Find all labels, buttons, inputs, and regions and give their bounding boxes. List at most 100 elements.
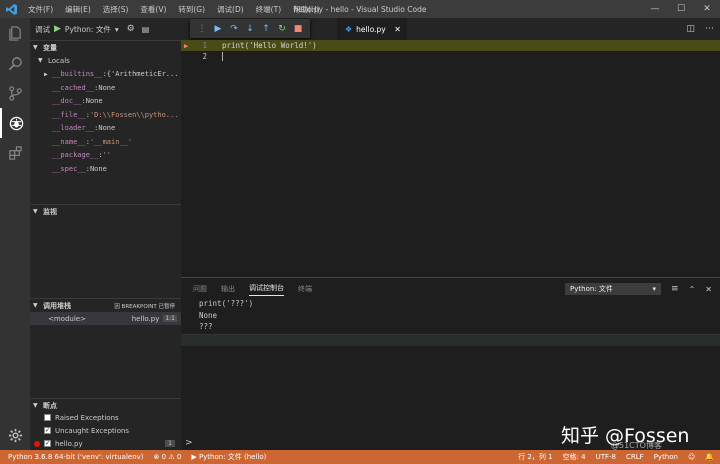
title-bar: 文件(F) 编辑(E) 选择(S) 查看(V) 转到(G) 调试(D) 终端(T… — [0, 0, 720, 18]
debug-config-select[interactable]: Python: 文件 — [65, 24, 111, 35]
code-line-2[interactable]: 2 — [181, 51, 720, 62]
menu-help[interactable]: 帮助(H) — [287, 4, 326, 15]
clear-console-icon[interactable]: ≡ — [671, 284, 679, 294]
callstack-frame[interactable]: <module> hello.py 1:1 — [30, 312, 181, 325]
variable-row[interactable]: __loader__: None — [30, 122, 181, 136]
breakpoint-hello-py[interactable]: ✓ hello.py 1 — [30, 437, 181, 450]
error-icon: ⊗ — [153, 453, 160, 461]
variable-value: None — [98, 83, 116, 92]
step-out-icon[interactable]: ↑ — [260, 24, 272, 34]
code-text: print('Hello World!') — [222, 41, 317, 50]
tab-hello-py[interactable]: ❖ hello.py ✕ — [337, 18, 407, 40]
variable-row[interactable]: __package__: '' — [30, 149, 181, 163]
breakpoints-header[interactable]: ▼ 断点 — [30, 398, 181, 412]
tab-debug-console[interactable]: 调试控制台 — [249, 283, 284, 296]
line-ending[interactable]: CRLF — [626, 453, 644, 461]
variable-row[interactable]: __spec__: None — [30, 162, 181, 176]
restart-icon[interactable]: ↻ — [276, 24, 288, 34]
breakpoint-uncaught-exceptions[interactable]: ✓ Uncaught Exceptions — [30, 424, 181, 437]
source-control-icon[interactable] — [0, 78, 30, 108]
debug-label: 调试 — [35, 24, 50, 34]
menu-view[interactable]: 查看(V) — [134, 4, 172, 15]
cursor-position[interactable]: 行 2，列 1 — [518, 452, 552, 462]
menu-debug[interactable]: 调试(D) — [211, 4, 250, 15]
debug-console-config-select[interactable]: Python: 文件 ▾ — [565, 283, 662, 295]
stop-icon[interactable]: ■ — [292, 24, 304, 34]
callstack-header[interactable]: ▼ 调用堆栈 因 BREAKPOINT 已暂停 — [30, 298, 181, 312]
variable-row[interactable]: __name__: '__main__' — [30, 135, 181, 149]
problems-indicator[interactable]: ⊗ 0 ⚠ 0 — [154, 453, 182, 461]
chevron-up-icon[interactable]: ⌃ — [689, 285, 696, 294]
python-interpreter[interactable]: Python 3.6.8 64-bit ('venv': virtualenv) — [8, 453, 144, 461]
console-prompt[interactable]: > — [185, 438, 193, 448]
variable-row[interactable]: __cached__: None — [30, 81, 181, 95]
menu-terminal[interactable]: 终端(T) — [250, 4, 287, 15]
breakpoint-dot-icon — [34, 440, 40, 447]
debug-icon[interactable] — [0, 108, 30, 138]
variable-value: {'ArithmeticEr... — [106, 70, 179, 79]
close-window-button[interactable]: ✕ — [694, 0, 720, 18]
text-cursor — [222, 52, 223, 61]
search-icon[interactable] — [0, 48, 30, 78]
feedback-smiley-icon[interactable]: ☺ — [688, 453, 695, 461]
frame-line-badge: 1:1 — [163, 315, 177, 322]
chevron-down-icon: ▾ — [652, 285, 657, 293]
more-actions-icon[interactable]: ⋯ — [705, 24, 714, 34]
indentation[interactable]: 空格: 4 — [563, 452, 586, 462]
raised-exceptions-checkbox[interactable] — [44, 414, 51, 421]
variables-header[interactable]: ▼ 变量 — [30, 40, 181, 54]
debug-console-icon[interactable]: ▤ — [142, 25, 150, 34]
menu-selection[interactable]: 选择(S) — [97, 4, 135, 15]
maximize-button[interactable]: ☐ — [668, 0, 694, 18]
debug-sidebar: 调试 ▶ Python: 文件 ▾ ⚙ ▤ ▼ 变量 ▼ Locals ▶ __b… — [30, 18, 181, 450]
notifications-bell-icon[interactable]: 🔔 — [705, 453, 714, 461]
debug-settings-gear-icon[interactable]: ⚙ — [127, 24, 135, 34]
minimize-button[interactable]: — — [642, 0, 668, 18]
close-panel-icon[interactable]: ✕ — [705, 285, 712, 294]
uncaught-exceptions-checkbox[interactable]: ✓ — [44, 427, 51, 434]
line-number: 2 — [202, 52, 207, 61]
start-debugging-icon[interactable]: ▶ — [54, 24, 61, 34]
close-tab-icon[interactable]: ✕ — [394, 25, 401, 34]
explorer-icon[interactable] — [0, 18, 30, 48]
locals-scope[interactable]: ▼ Locals — [30, 54, 181, 68]
menu-edit[interactable]: 编辑(E) — [59, 4, 97, 15]
language-mode[interactable]: Python — [654, 453, 678, 461]
drag-handle-icon[interactable]: ⋮ — [196, 24, 208, 34]
step-over-icon[interactable]: ↷ — [228, 24, 240, 34]
code-editor[interactable]: ▶ 1 print('Hello World!') 2 — [181, 40, 720, 277]
menu-go[interactable]: 转到(G) — [172, 4, 211, 15]
variable-row[interactable]: ▶ __builtins__: {'ArithmeticEr... — [30, 68, 181, 82]
split-editor-icon[interactable]: ◫ — [686, 24, 695, 34]
variable-name: __package__ — [52, 151, 99, 160]
tab-output[interactable]: 输出 — [221, 284, 235, 294]
chevron-down-icon[interactable]: ▾ — [115, 25, 119, 34]
vscode-logo-icon — [0, 0, 22, 18]
tab-terminal[interactable]: 终端 — [298, 284, 312, 294]
breakpoint-raised-exceptions[interactable]: Raised Exceptions — [30, 411, 181, 424]
variable-name: __name__ — [52, 137, 86, 146]
variable-name: __builtins__ — [52, 70, 103, 79]
chevron-down-icon: ▼ — [33, 402, 38, 409]
tab-problems[interactable]: 问题 — [193, 284, 207, 294]
variable-value: '' — [102, 151, 112, 160]
chevron-down-icon: ▼ — [33, 302, 38, 309]
encoding[interactable]: UTF-8 — [596, 453, 616, 461]
debug-toolbar: 调试 ▶ Python: 文件 ▾ ⚙ ▤ — [30, 18, 181, 40]
variable-row[interactable]: __doc__: None — [30, 95, 181, 109]
console-line: ??? — [199, 322, 213, 332]
code-line-1[interactable]: ▶ 1 print('Hello World!') — [181, 40, 720, 51]
variable-value: '__main__' — [89, 137, 133, 146]
variable-row[interactable]: __file__: 'D:\\Fossen\\pytho... — [30, 108, 181, 122]
variable-name: __spec__ — [52, 164, 86, 173]
step-into-icon[interactable]: ↓ — [244, 24, 256, 34]
debug-config-status[interactable]: ▶ Python: 文件 (hello) — [191, 452, 266, 462]
menu-file[interactable]: 文件(F) — [22, 4, 59, 15]
watch-header[interactable]: ▼ 监视 — [30, 204, 181, 218]
extensions-icon[interactable] — [0, 138, 30, 168]
continue-icon[interactable]: ▶ — [212, 24, 224, 34]
hello-py-checkbox[interactable]: ✓ — [44, 440, 51, 447]
console-output: print('???') None ??? — [181, 298, 720, 333]
variable-name: __doc__ — [52, 97, 82, 106]
settings-gear-icon[interactable] — [0, 420, 30, 450]
